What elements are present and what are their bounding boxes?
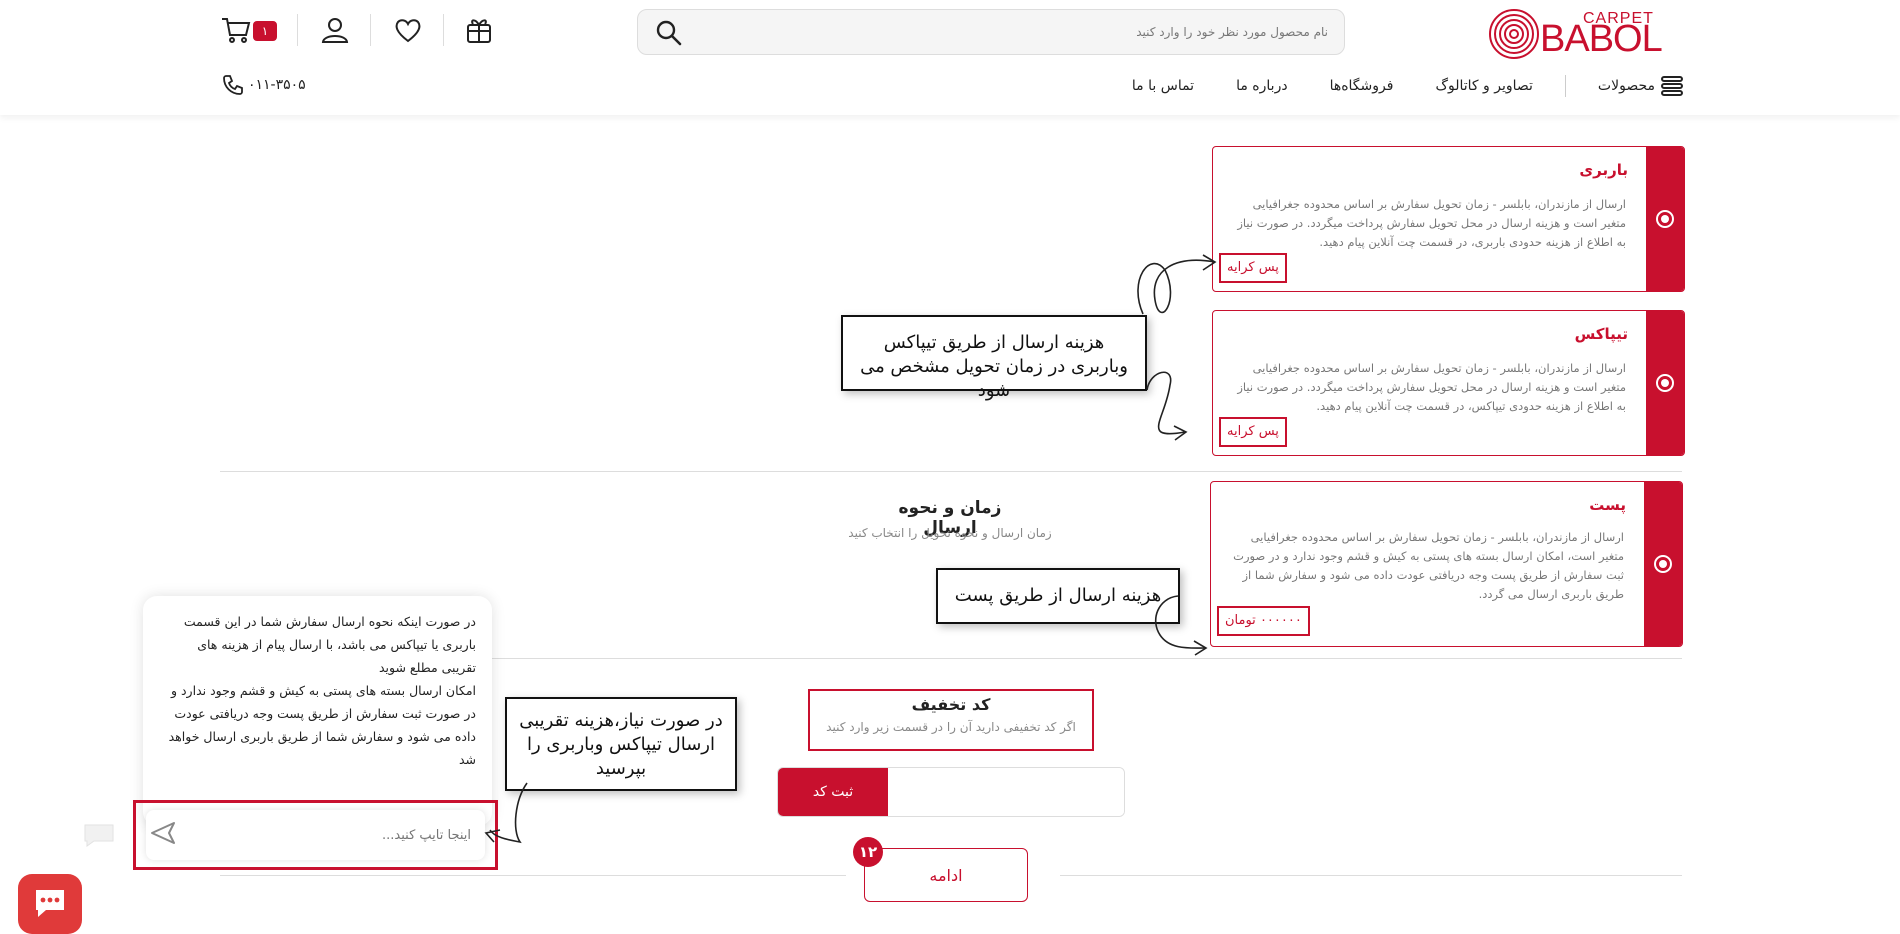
discount-code-form: ثبت کد — [777, 767, 1125, 817]
cart-count-badge: ۱ — [253, 21, 277, 41]
chat-message: در صورت اینکه نحوه ارسال سفارش شما در ای… — [168, 614, 476, 767]
logo-spiral-icon — [1489, 9, 1539, 59]
arrow-head-tipax — [1173, 425, 1188, 441]
discount-code-input[interactable] — [890, 768, 1124, 816]
discount-subtitle: اگر کد تخفیفی دارید آن را در قسمت زیر وا… — [826, 720, 1076, 734]
phone-link[interactable]: ۰۱۱-۳۵۰۵ — [222, 74, 306, 96]
option-price-tag: ۰۰۰۰۰۰ تومان — [1217, 606, 1310, 636]
option-title: پست — [1589, 496, 1626, 514]
shipping-section-subtitle: زمان ارسال و نحوه تحویل را انتخاب کنید — [848, 526, 1052, 540]
nav-divider — [1564, 75, 1566, 97]
arrow-to-tipax — [1146, 371, 1186, 435]
phone-number: ۰۱۱-۳۵۰۵ — [248, 77, 306, 93]
chat-launcher-button[interactable] — [18, 874, 82, 934]
section-divider — [220, 875, 846, 876]
header-divider — [297, 14, 298, 46]
search-input[interactable] — [728, 10, 1328, 54]
main-nav: محصولات تصاویر و کاتالوگ فروشگاه‌ها دربا… — [1090, 72, 1683, 100]
user-icon[interactable] — [319, 14, 351, 46]
option-title: تیپاکس — [1574, 325, 1628, 343]
send-icon[interactable] — [150, 820, 176, 846]
arrow-to-barbari — [1137, 259, 1216, 315]
header-divider — [370, 14, 371, 46]
logo-text-babol: BABOL — [1540, 18, 1663, 60]
radio-selected-icon[interactable] — [1656, 374, 1674, 392]
discount-section: کد تخفیف اگر کد تخفیفی دارید آن را در قس… — [808, 689, 1094, 751]
section-divider — [220, 471, 1682, 472]
nav-about[interactable]: درباره ما — [1236, 78, 1287, 94]
heart-icon[interactable] — [392, 14, 424, 46]
discount-title: کد تخفیف — [911, 695, 991, 714]
chat-icon — [36, 890, 64, 917]
search-bar — [637, 9, 1345, 55]
annotation-tipax-barbari: هزینه ارسال از طریق تیپاکس وباربری در زم… — [841, 315, 1147, 401]
nav-contact[interactable]: تماس با ما — [1132, 78, 1194, 94]
nav-products-label: محصولات — [1597, 78, 1655, 94]
gift-box-icon[interactable] — [463, 14, 495, 46]
radio-selected-icon[interactable] — [1656, 210, 1674, 228]
option-description: ارسال از مازندران، بابلسر - زمان تحویل س… — [1233, 530, 1624, 601]
apply-discount-button[interactable]: ثبت کد — [778, 768, 888, 816]
chat-input-highlight — [133, 800, 498, 870]
option-price-tag: پس کرایه — [1219, 253, 1287, 283]
nav-gallery[interactable]: تصاویر و کاتالوگ — [1435, 78, 1532, 94]
option-price-tag: پس کرایه — [1219, 417, 1287, 447]
header-divider — [443, 14, 444, 46]
annotation-post: هزینه ارسال از طریق پست — [936, 568, 1180, 624]
arrow-head-post — [1193, 640, 1208, 656]
cart-icon[interactable] — [220, 14, 252, 46]
chat-panel: در صورت اینکه نحوه ارسال سفارش شما در ای… — [143, 596, 492, 826]
nav-products[interactable]: محصولات — [1598, 76, 1683, 96]
phone-icon — [223, 75, 243, 95]
option-description: ارسال از مازندران، بابلسر - زمان تحویل س… — [1237, 361, 1626, 413]
site-logo[interactable]: CARPET BABOL — [1488, 8, 1683, 60]
chat-message-input[interactable] — [146, 810, 485, 860]
shipping-option-tipax[interactable]: تیپاکس ارسال از مازندران، بابلسر - زمان … — [1212, 310, 1685, 456]
radio-selected-icon[interactable] — [1654, 555, 1672, 573]
menu-icon — [1661, 76, 1683, 96]
shipping-option-post[interactable]: پست ارسال از مازندران، بابلسر - زمان تحو… — [1210, 481, 1683, 647]
section-divider — [1060, 875, 1682, 876]
nav-stores[interactable]: فروشگاه‌ها — [1330, 78, 1394, 94]
chat-bubble-icon — [84, 824, 114, 847]
option-title: باربری — [1579, 161, 1628, 179]
continue-button[interactable]: ادامه — [864, 848, 1028, 902]
shipping-option-barbari[interactable]: باربری ارسال از مازندران، بابلسر - زمان … — [1212, 146, 1685, 292]
search-icon[interactable] — [656, 20, 682, 46]
site-header: CARPET BABOL ۱ محصولات تصاویر و کاتالوگ — [0, 0, 1900, 115]
annotation-chat-hint: در صورت نیاز،هزینه تقریبی ارسال تیپاکس و… — [505, 697, 737, 791]
step-number-badge: ۱۲ — [853, 837, 883, 867]
option-description: ارسال از مازندران، بابلسر - زمان تحویل س… — [1237, 197, 1626, 249]
